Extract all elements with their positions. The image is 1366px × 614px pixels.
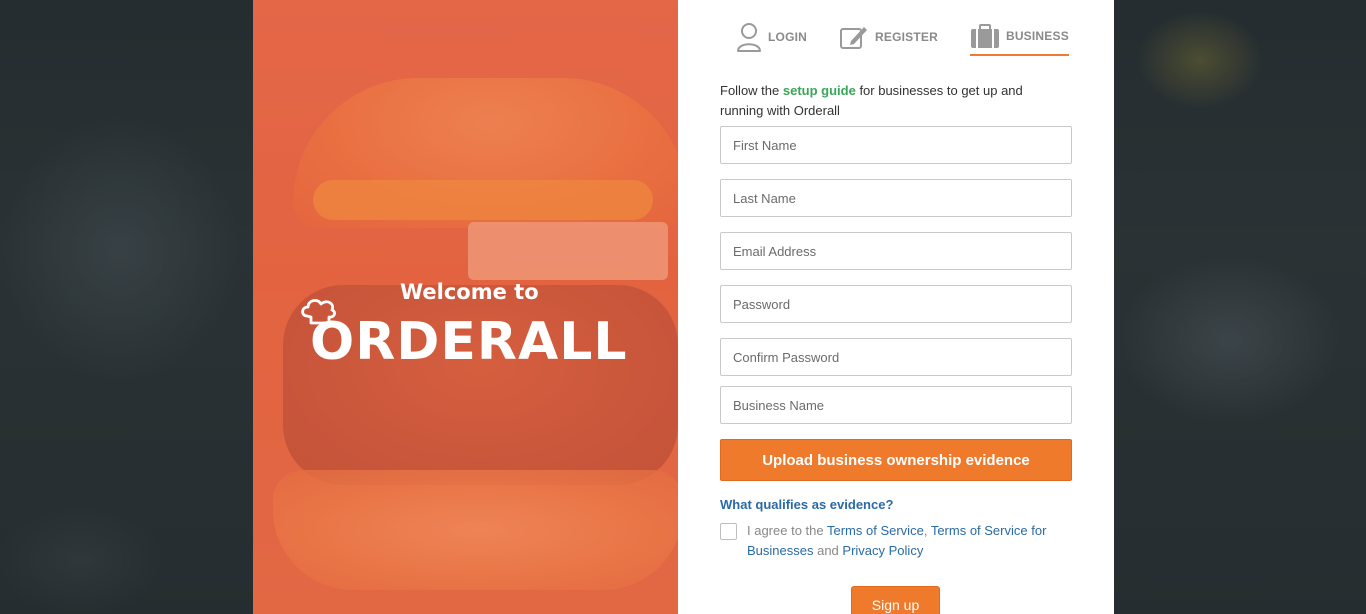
terms-comma: , <box>923 523 931 538</box>
intro-text: Follow the setup guide for businesses to… <box>720 81 1060 121</box>
edit-icon <box>840 27 867 49</box>
confirm-password-input[interactable] <box>720 338 1072 376</box>
email-input[interactable] <box>720 232 1072 270</box>
tab-login-label: LOGIN <box>768 30 807 44</box>
signup-button[interactable]: Sign up <box>851 586 940 614</box>
user-icon <box>737 23 761 52</box>
last-name-input[interactable] <box>720 179 1072 217</box>
password-input[interactable] <box>720 285 1072 323</box>
terms-text: I agree to the Terms of Service, Terms o… <box>747 521 1070 561</box>
terms-checkbox[interactable] <box>720 523 737 540</box>
agree-prefix: I agree to the <box>747 523 827 538</box>
evidence-info-link[interactable]: What qualifies as evidence? <box>720 497 893 512</box>
tab-business-label: BUSINESS <box>1005 29 1069 43</box>
tab-login[interactable]: LOGIN <box>736 18 807 56</box>
tab-business[interactable]: BUSINESS <box>969 18 1069 56</box>
terms-agreement: I agree to the Terms of Service, Terms o… <box>720 521 1070 561</box>
intro-prefix: Follow the <box>720 83 783 98</box>
registration-panel: LOGIN REGISTER BUSINESS Follow the setup… <box>678 0 1114 614</box>
briefcase-icon <box>970 24 999 48</box>
tab-register[interactable]: REGISTER <box>839 18 938 56</box>
brand-logo: ORDERALL <box>310 312 628 372</box>
privacy-policy-link[interactable]: Privacy Policy <box>842 543 923 558</box>
business-name-input[interactable] <box>720 386 1072 424</box>
terms-of-service-link[interactable]: Terms of Service <box>827 523 924 538</box>
tab-bar: LOGIN REGISTER BUSINESS <box>736 18 1069 58</box>
first-name-input[interactable] <box>720 126 1072 164</box>
setup-guide-link[interactable]: setup guide <box>783 83 856 98</box>
upload-evidence-button[interactable]: Upload business ownership evidence <box>720 439 1072 481</box>
terms-and: and <box>813 543 843 558</box>
tab-register-label: REGISTER <box>875 30 938 44</box>
welcome-text: Welcome to <box>400 280 539 304</box>
